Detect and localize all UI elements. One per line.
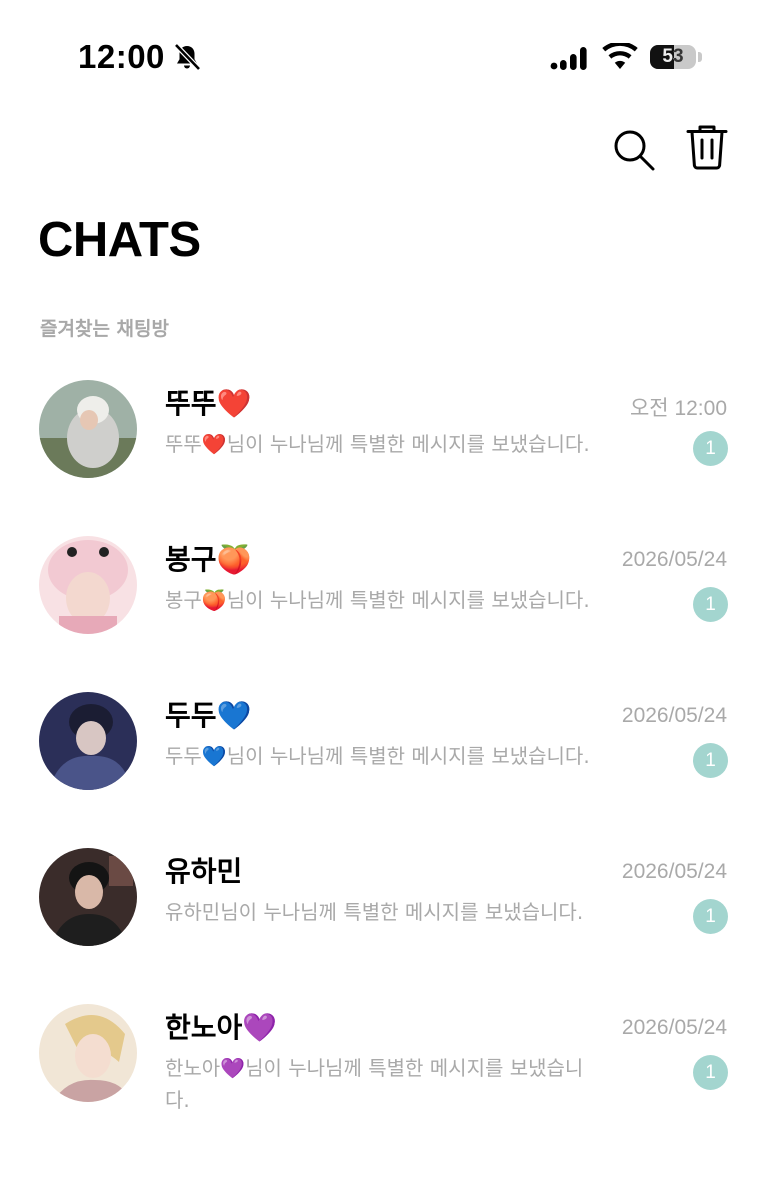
chat-name: 유하민 xyxy=(165,855,243,888)
avatar xyxy=(39,1004,137,1102)
chat-row[interactable]: 봉구🍑 봉구🍑님이 누나님께 특별한 메시지를 보냈습니다. 2026/05/2… xyxy=(0,536,767,666)
chat-preview: 봉구🍑님이 누나님께 특별한 메시지를 보냈습니다. xyxy=(165,588,590,612)
wifi-icon xyxy=(602,43,638,69)
avatar xyxy=(39,692,137,790)
status-bar: 12:00 53 xyxy=(0,0,767,110)
chat-row[interactable]: 유하민 유하민님이 누나님께 특별한 메시지를 보냈습니다. 2026/05/2… xyxy=(0,848,767,978)
chat-list-screen: 12:00 53 CHATS 즐겨찾는 채팅방 뚜뚜❤️ 뚜뚜❤️님이 누나님께… xyxy=(0,0,767,1200)
bell-off-icon xyxy=(174,43,201,71)
chat-preview: 두두💙님이 누나님께 특별한 메시지를 보냈습니다. xyxy=(165,744,590,768)
chat-time: 2026/05/24 xyxy=(621,860,727,883)
unread-badge: 1 xyxy=(693,431,728,466)
chat-name: 뚜뚜❤️ xyxy=(165,387,252,420)
chat-preview: 뚜뚜❤️님이 누나님께 특별한 메시지를 보냈습니다. xyxy=(165,432,590,456)
chat-preview: 유하민님이 누나님께 특별한 메시지를 보냈습니다. xyxy=(165,900,584,924)
chat-time: 오전 12:00 xyxy=(629,397,727,420)
favorites-section-label: 즐겨찾는 채팅방 xyxy=(40,318,169,340)
chat-name: 봉구🍑 xyxy=(165,543,252,576)
chat-row[interactable]: 한노아💜 한노아💜님이 누나님께 특별한 메시지를 보냈습니다. 2026/05… xyxy=(0,1004,767,1134)
avatar xyxy=(39,380,137,478)
battery-icon: 53 xyxy=(650,45,696,69)
battery-nub xyxy=(698,52,702,62)
chat-row[interactable]: 뚜뚜❤️ 뚜뚜❤️님이 누나님께 특별한 메시지를 보냈습니다. 오전 12:0… xyxy=(0,380,767,510)
cellular-signal-icon xyxy=(550,47,587,70)
trash-icon[interactable] xyxy=(686,124,728,170)
chat-name: 두두💙 xyxy=(165,699,252,732)
search-icon[interactable] xyxy=(612,128,656,172)
chat-time: 2026/05/24 xyxy=(621,1016,727,1039)
battery-percent: 53 xyxy=(662,46,684,67)
chat-time: 2026/05/24 xyxy=(621,548,727,571)
chat-name: 한노아💜 xyxy=(165,1011,278,1044)
unread-badge: 1 xyxy=(693,743,728,778)
unread-badge: 1 xyxy=(693,1055,728,1090)
chat-row[interactable]: 두두💙 두두💙님이 누나님께 특별한 메시지를 보냈습니다. 2026/05/2… xyxy=(0,692,767,822)
chat-time: 2026/05/24 xyxy=(621,704,727,727)
unread-badge: 1 xyxy=(693,899,728,934)
status-time: 12:00 xyxy=(78,38,165,75)
unread-badge: 1 xyxy=(693,587,728,622)
chat-preview: 한노아💜님이 누나님께 특별한 메시지를 보냈습니다. xyxy=(165,1056,584,1112)
avatar xyxy=(39,536,137,634)
avatar xyxy=(39,848,137,946)
page-title: CHATS xyxy=(38,213,201,267)
